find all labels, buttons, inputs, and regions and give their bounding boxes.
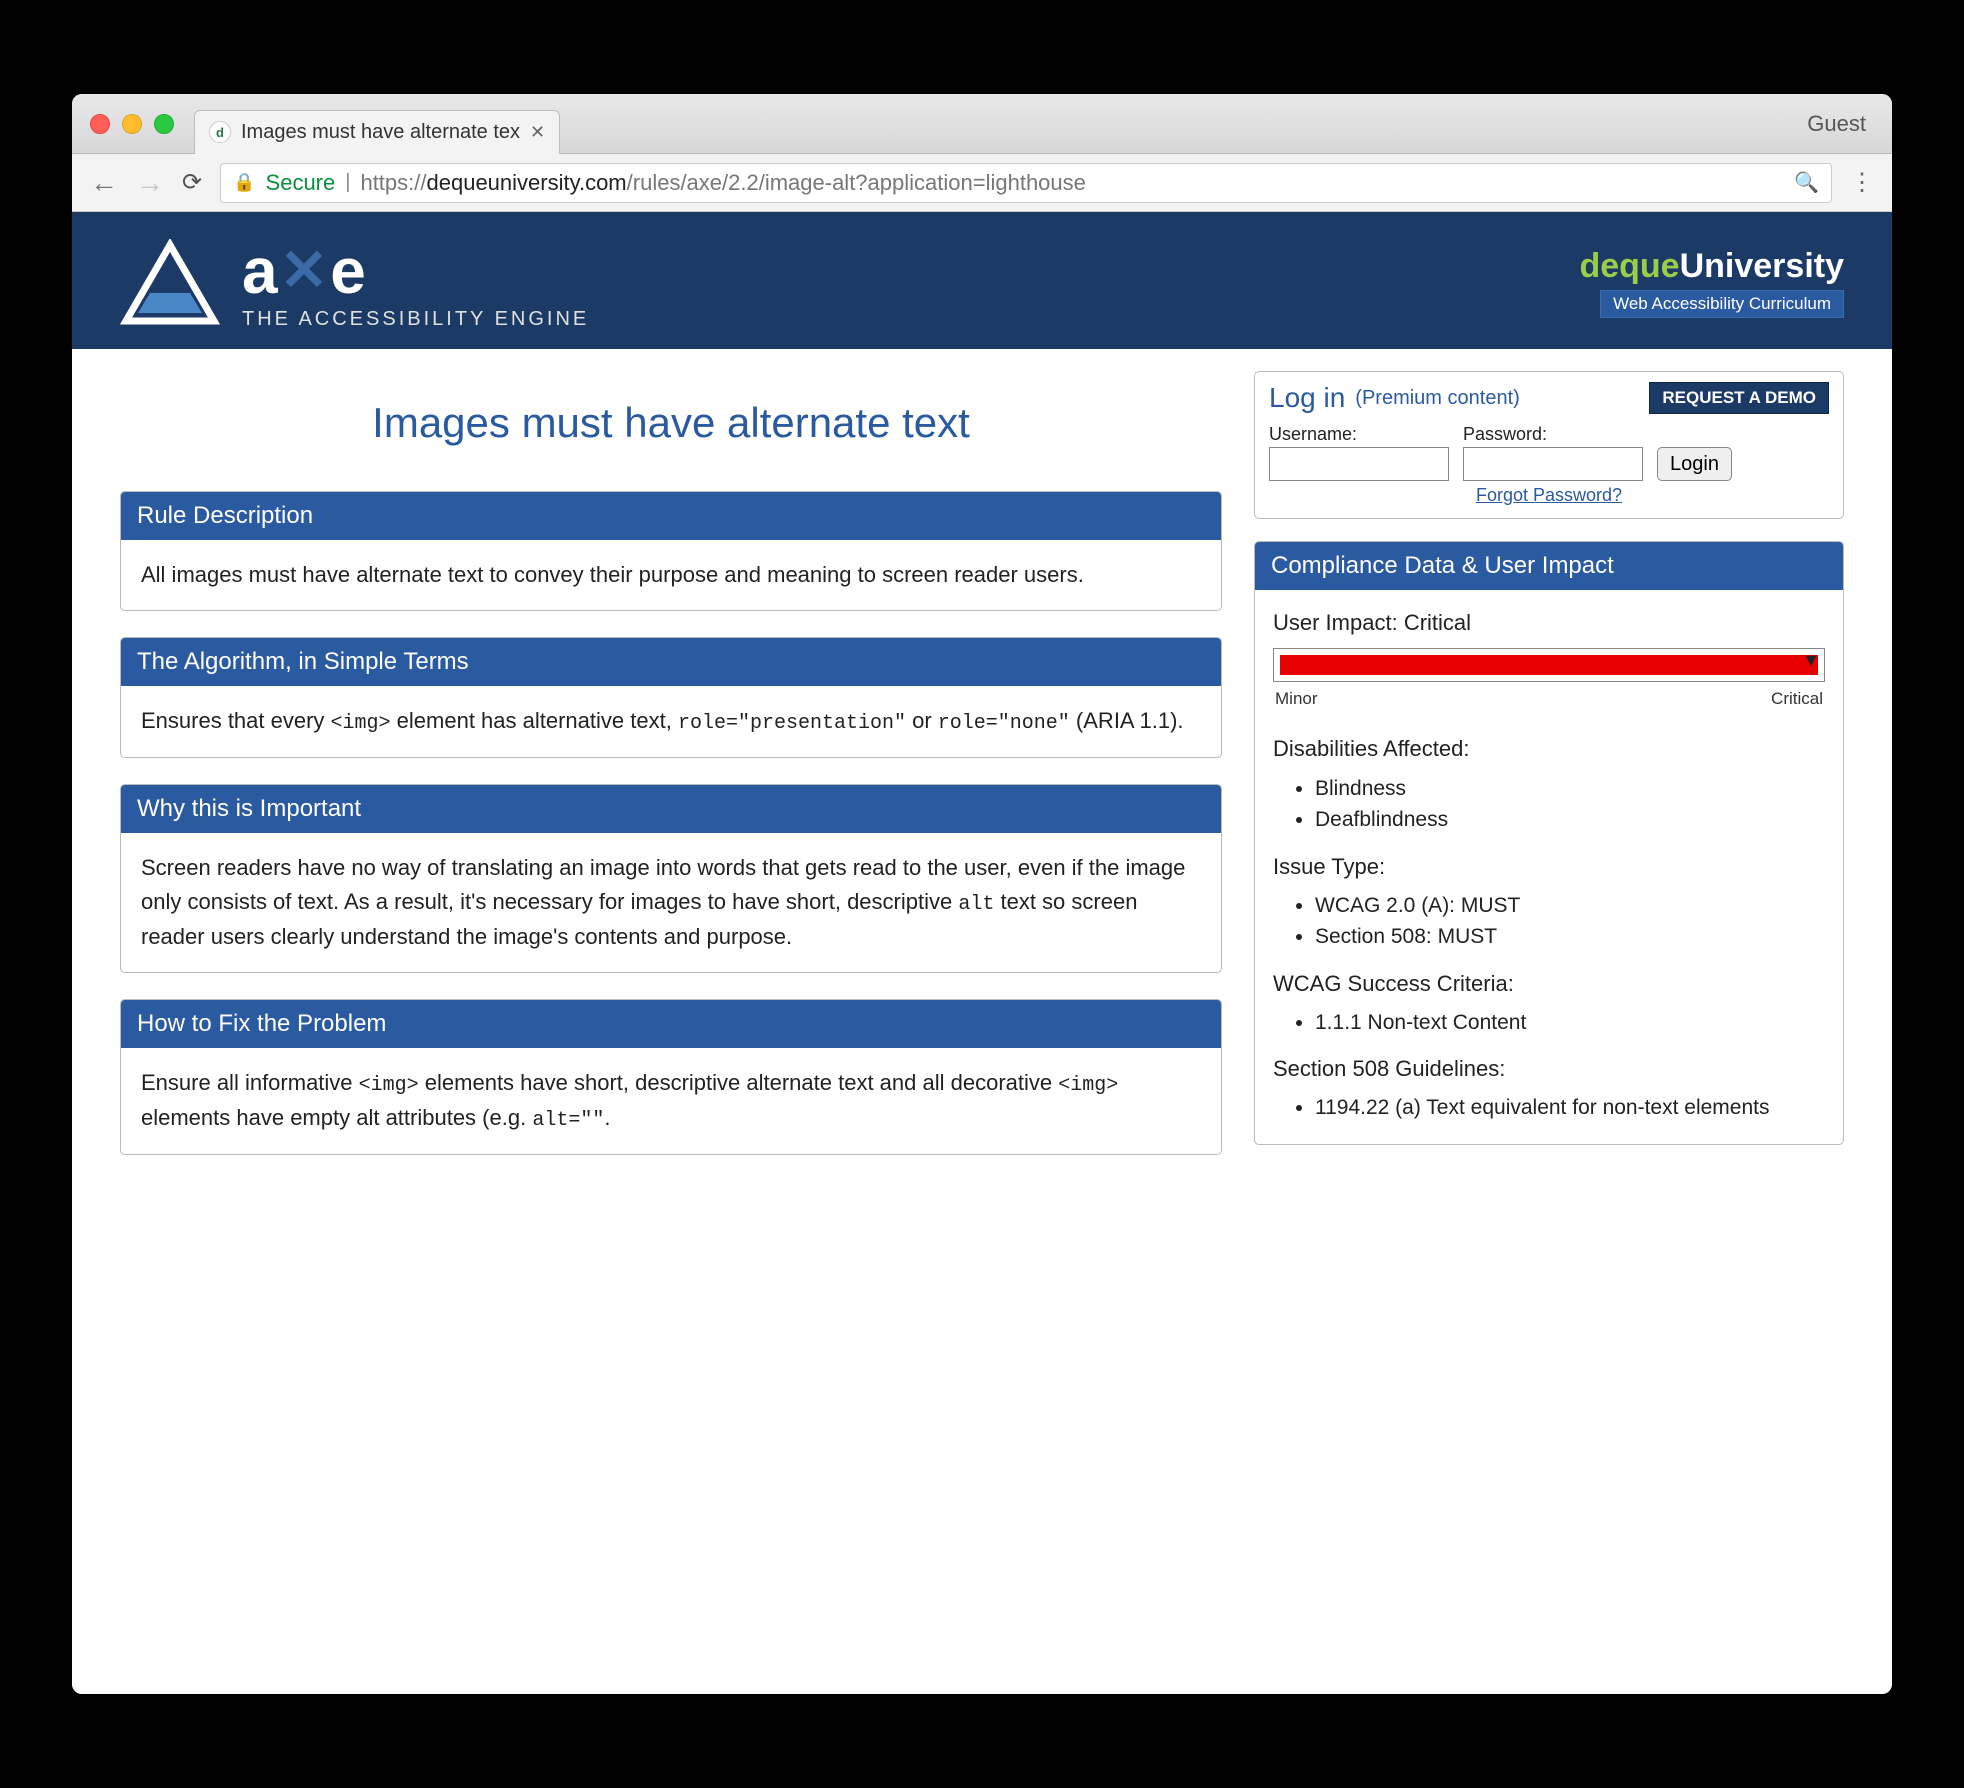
page-content: a✕e THE ACCESSIBILITY ENGINE dequeUniver…: [72, 212, 1892, 1694]
toolbar: ← → ⟳ 🔒 Secure | https://dequeuniversity…: [72, 154, 1892, 212]
s508-label: Section 508 Guidelines:: [1273, 1042, 1825, 1086]
back-button[interactable]: ←: [90, 167, 118, 199]
panel-body: All images must have alternate text to c…: [121, 540, 1221, 610]
forward-button[interactable]: →: [136, 167, 164, 199]
list-item: 1194.22 (a) Text equivalent for non-text…: [1315, 1092, 1825, 1124]
issue-type-list: WCAG 2.0 (A): MUSTSection 508: MUST: [1273, 884, 1825, 957]
panel-body: Ensure all informative <img> elements ha…: [121, 1048, 1221, 1154]
list-item: Blindness: [1315, 773, 1825, 805]
login-button[interactable]: Login: [1657, 447, 1732, 481]
password-label: Password:: [1463, 424, 1643, 445]
list-item: 1.1.1 Non-text Content: [1315, 1007, 1825, 1039]
panel-header: Rule Description: [121, 492, 1221, 540]
forgot-password-link[interactable]: Forgot Password?: [1476, 485, 1622, 505]
issue-type-label: Issue Type:: [1273, 840, 1825, 884]
window-maximize-icon[interactable]: [154, 114, 174, 134]
traffic-lights: [90, 114, 174, 134]
secure-label: Secure: [266, 170, 336, 196]
browser-tab[interactable]: d Images must have alternate tex ✕: [194, 110, 560, 154]
panel-body: Screen readers have no way of translatin…: [121, 833, 1221, 972]
s508-list: 1194.22 (a) Text equivalent for non-text…: [1273, 1086, 1825, 1128]
request-demo-button[interactable]: REQUEST A DEMO: [1649, 382, 1829, 414]
brand-badge: Web Accessibility Curriculum: [1600, 290, 1844, 318]
guest-label[interactable]: Guest: [1807, 111, 1874, 137]
list-item: WCAG 2.0 (A): MUST: [1315, 890, 1825, 922]
axe-logo[interactable]: a✕e THE ACCESSIBILITY ENGINE: [120, 234, 589, 331]
tab-close-icon[interactable]: ✕: [530, 122, 545, 143]
username-input[interactable]: [1269, 447, 1449, 481]
disabilities-label: Disabilities Affected:: [1273, 722, 1825, 766]
tab-title: Images must have alternate tex: [241, 121, 520, 144]
why-important-panel: Why this is Important Screen readers hav…: [120, 784, 1222, 973]
window-close-icon[interactable]: [90, 114, 110, 134]
triangle-icon: [120, 239, 220, 327]
deque-university-brand[interactable]: dequeUniversity Web Accessibility Curric…: [1579, 247, 1844, 318]
titlebar: d Images must have alternate tex ✕ Guest: [72, 94, 1892, 154]
address-bar[interactable]: 🔒 Secure | https://dequeuniversity.com/r…: [220, 163, 1832, 203]
wcag-list: 1.1.1 Non-text Content: [1273, 1001, 1825, 1043]
login-subtitle: (Premium content): [1355, 387, 1520, 410]
impact-bar-fill: [1280, 655, 1818, 675]
panel-header: The Algorithm, in Simple Terms: [121, 638, 1221, 686]
panel-header: Compliance Data & User Impact: [1255, 542, 1843, 590]
impact-marker-icon: ▼: [1802, 647, 1820, 675]
favicon-icon: d: [209, 121, 231, 143]
rule-description-panel: Rule Description All images must have al…: [120, 491, 1222, 611]
axe-tagline: THE ACCESSIBILITY ENGINE: [242, 308, 589, 331]
search-in-page-icon[interactable]: 🔍: [1794, 170, 1819, 195]
panel-header: How to Fix the Problem: [121, 1000, 1221, 1048]
panel-body: Ensures that every <img> element has alt…: [121, 686, 1221, 757]
lock-icon: 🔒: [233, 172, 255, 193]
login-panel: Log in (Premium content) REQUEST A DEMO …: [1254, 371, 1844, 519]
window-minimize-icon[interactable]: [122, 114, 142, 134]
page-title: Images must have alternate text: [120, 371, 1222, 491]
list-item: Deafblindness: [1315, 804, 1825, 836]
browser-window: d Images must have alternate tex ✕ Guest…: [72, 94, 1892, 1694]
username-label: Username:: [1269, 424, 1449, 445]
hero-banner: a✕e THE ACCESSIBILITY ENGINE dequeUniver…: [72, 212, 1892, 349]
password-input[interactable]: [1463, 447, 1643, 481]
list-item: Section 508: MUST: [1315, 921, 1825, 953]
disabilities-list: BlindnessDeafblindness: [1273, 767, 1825, 840]
url-text: https://dequeuniversity.com/rules/axe/2.…: [360, 170, 1085, 196]
reload-button[interactable]: ⟳: [182, 168, 202, 197]
panel-header: Why this is Important: [121, 785, 1221, 833]
login-title: Log in: [1269, 382, 1345, 414]
impact-scale: Minor Critical: [1273, 684, 1825, 722]
url-separator: |: [345, 171, 350, 194]
compliance-panel: Compliance Data & User Impact User Impac…: [1254, 541, 1844, 1145]
user-impact-row: User Impact: Critical: [1273, 606, 1825, 640]
menu-icon[interactable]: ⋮: [1850, 168, 1874, 197]
impact-meter: ▼: [1273, 648, 1825, 682]
how-to-fix-panel: How to Fix the Problem Ensure all inform…: [120, 999, 1222, 1155]
algorithm-panel: The Algorithm, in Simple Terms Ensures t…: [120, 637, 1222, 758]
axe-wordmark: a✕e: [242, 234, 589, 308]
wcag-label: WCAG Success Criteria:: [1273, 957, 1825, 1001]
